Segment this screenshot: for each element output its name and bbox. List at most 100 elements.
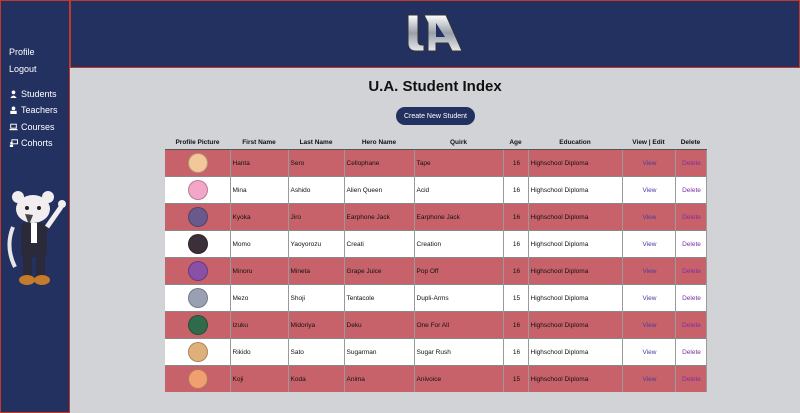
view-link[interactable]: View bbox=[643, 160, 657, 167]
delete-link[interactable]: Delete bbox=[682, 241, 701, 248]
last-name-cell: Yaoyorozu bbox=[288, 230, 345, 258]
col-header: View | Edit bbox=[622, 136, 675, 150]
avatar bbox=[188, 288, 209, 308]
table-row: Kyoka Jiro Earphone Jack Earphone Jack 1… bbox=[165, 203, 707, 231]
nav-teachers[interactable]: Teachers bbox=[9, 105, 58, 115]
quirk-cell: Pop Off bbox=[414, 257, 504, 285]
nav-cohorts[interactable]: Cohorts bbox=[9, 138, 53, 148]
view-link[interactable]: View bbox=[643, 349, 657, 356]
col-header: Delete bbox=[675, 136, 706, 150]
cohort-icon bbox=[9, 139, 18, 147]
age-cell: 16 bbox=[503, 338, 529, 366]
first-name-cell: Mezo bbox=[230, 284, 289, 312]
first-name-cell: Rikido bbox=[230, 338, 289, 366]
avatar bbox=[188, 207, 209, 227]
first-name-cell: Kyoka bbox=[230, 203, 289, 231]
table-row: Rikido Sato Sugarman Sugar Rush 16 Highs… bbox=[165, 338, 707, 366]
avatar bbox=[188, 261, 209, 281]
students-table: Profile Picture First Name Last Name Her… bbox=[165, 136, 707, 392]
last-name-cell: Midoriya bbox=[288, 311, 345, 339]
col-header: Profile Picture bbox=[165, 136, 230, 150]
principal-mascot-image bbox=[7, 191, 66, 285]
delete-link[interactable]: Delete bbox=[682, 268, 701, 275]
education-cell: Highschool Diploma bbox=[528, 338, 623, 366]
hero-name-cell: Anima bbox=[344, 365, 415, 392]
last-name-cell: Koda bbox=[288, 365, 345, 392]
hero-name-cell: Cellophane bbox=[344, 149, 415, 177]
delete-cell: Delete bbox=[675, 365, 707, 392]
header-bar bbox=[70, 0, 800, 68]
nav-label: Cohorts bbox=[21, 138, 53, 148]
age-cell: 16 bbox=[503, 176, 529, 204]
view-link[interactable]: View bbox=[643, 376, 657, 383]
logout-link[interactable]: Logout bbox=[9, 64, 37, 74]
view-edit-cell: View bbox=[622, 257, 676, 285]
hero-name-cell: Sugarman bbox=[344, 338, 415, 366]
education-cell: Highschool Diploma bbox=[528, 203, 623, 231]
quirk-cell: Sugar Rush bbox=[414, 338, 504, 366]
delete-link[interactable]: Delete bbox=[682, 295, 701, 302]
table-row: Mezo Shoji Tentacole Dupli-Arms 15 Highs… bbox=[165, 284, 707, 312]
education-cell: Highschool Diploma bbox=[528, 176, 623, 204]
view-link[interactable]: View bbox=[643, 268, 657, 275]
teacher-icon bbox=[10, 106, 17, 114]
quirk-cell: Earphone Jack bbox=[414, 203, 504, 231]
first-name-cell: Koji bbox=[230, 365, 289, 392]
view-edit-cell: View bbox=[622, 311, 676, 339]
view-edit-cell: View bbox=[622, 365, 676, 392]
table-row: Momo Yaoyorozu Creati Creation 16 Highsc… bbox=[165, 230, 707, 258]
hero-name-cell: Grape Juice bbox=[344, 257, 415, 285]
quirk-cell: Creation bbox=[414, 230, 504, 258]
profile-link[interactable]: Profile bbox=[9, 47, 35, 57]
table-row: Hanta Sero Cellophane Tape 16 Highschool… bbox=[165, 149, 707, 177]
education-cell: Highschool Diploma bbox=[528, 149, 623, 177]
nav-courses[interactable]: Courses bbox=[9, 122, 55, 132]
delete-link[interactable]: Delete bbox=[682, 160, 701, 167]
view-edit-cell: View bbox=[622, 203, 676, 231]
first-name-cell: Minoru bbox=[230, 257, 289, 285]
delete-link[interactable]: Delete bbox=[682, 187, 701, 194]
age-cell: 15 bbox=[503, 284, 529, 312]
col-header: Last Name bbox=[288, 136, 344, 150]
profile-picture-cell bbox=[165, 284, 231, 312]
profile-picture-cell bbox=[165, 230, 231, 258]
age-cell: 16 bbox=[503, 203, 529, 231]
table-header: Profile Picture First Name Last Name Her… bbox=[165, 136, 706, 150]
view-edit-cell: View bbox=[622, 149, 676, 177]
delete-link[interactable]: Delete bbox=[682, 376, 701, 383]
avatar bbox=[188, 180, 209, 200]
view-link[interactable]: View bbox=[643, 322, 657, 329]
col-header: Hero Name bbox=[344, 136, 414, 150]
last-name-cell: Mineta bbox=[288, 257, 345, 285]
education-cell: Highschool Diploma bbox=[528, 311, 623, 339]
hero-name-cell: Earphone Jack bbox=[344, 203, 415, 231]
nav-students[interactable]: Students bbox=[9, 89, 57, 99]
profile-picture-cell bbox=[165, 149, 231, 177]
profile-picture-cell bbox=[165, 203, 231, 231]
profile-picture-cell bbox=[165, 257, 231, 285]
laptop-icon bbox=[9, 123, 18, 131]
quirk-cell: Tape bbox=[414, 149, 504, 177]
view-link[interactable]: View bbox=[643, 187, 657, 194]
table-row: Izuku Midoriya Deku One For All 16 Highs… bbox=[165, 311, 707, 339]
create-new-student-button[interactable]: Create New Student bbox=[396, 107, 475, 125]
table-row: Mina Ashido Alien Queen Acid 16 Highscho… bbox=[165, 176, 707, 204]
view-link[interactable]: View bbox=[643, 241, 657, 248]
user-icon bbox=[10, 90, 17, 98]
first-name-cell: Hanta bbox=[230, 149, 289, 177]
quirk-cell: Dupli-Arms bbox=[414, 284, 504, 312]
view-edit-cell: View bbox=[622, 338, 676, 366]
view-edit-cell: View bbox=[622, 284, 676, 312]
delete-link[interactable]: Delete bbox=[682, 322, 701, 329]
delete-link[interactable]: Delete bbox=[682, 349, 701, 356]
age-cell: 16 bbox=[503, 257, 529, 285]
age-cell: 16 bbox=[503, 311, 529, 339]
delete-link[interactable]: Delete bbox=[682, 214, 701, 221]
view-link[interactable]: View bbox=[643, 214, 657, 221]
delete-cell: Delete bbox=[675, 230, 707, 258]
profile-picture-cell bbox=[165, 365, 231, 392]
view-link[interactable]: View bbox=[643, 295, 657, 302]
hero-name-cell: Alien Queen bbox=[344, 176, 415, 204]
avatar bbox=[188, 315, 209, 335]
quirk-cell: Acid bbox=[414, 176, 504, 204]
